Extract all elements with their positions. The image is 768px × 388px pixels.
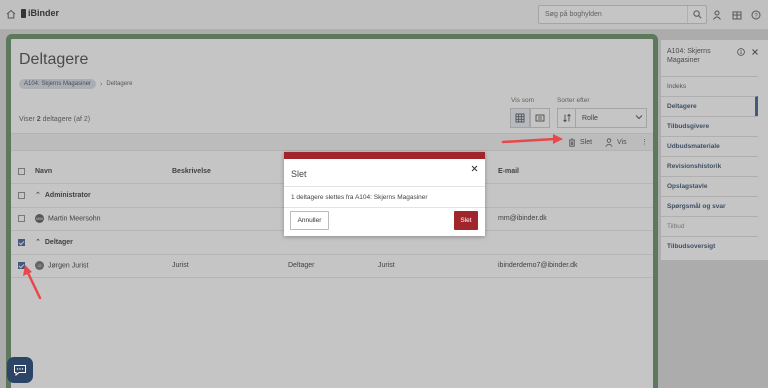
- confirm-delete-button[interactable]: Slet: [454, 211, 478, 230]
- chat-icon: [14, 365, 26, 376]
- dialog-header-bar: [284, 152, 485, 159]
- dialog-divider: [284, 186, 485, 187]
- delete-dialog: Slet 1 deltagere slettes fra A104: Skjer…: [284, 152, 485, 236]
- arrow-to-checkbox-icon: [23, 265, 42, 300]
- dialog-title: Slet: [291, 169, 307, 179]
- cancel-button[interactable]: Annuller: [290, 211, 329, 230]
- dialog-message: 1 deltagere slettes fra A104: Skjerns Ma…: [291, 194, 428, 201]
- dialog-close-icon[interactable]: [471, 164, 478, 174]
- dialog-divider: [284, 207, 485, 208]
- arrow-to-delete-icon: [501, 134, 563, 144]
- chat-widget-button[interactable]: [7, 357, 33, 383]
